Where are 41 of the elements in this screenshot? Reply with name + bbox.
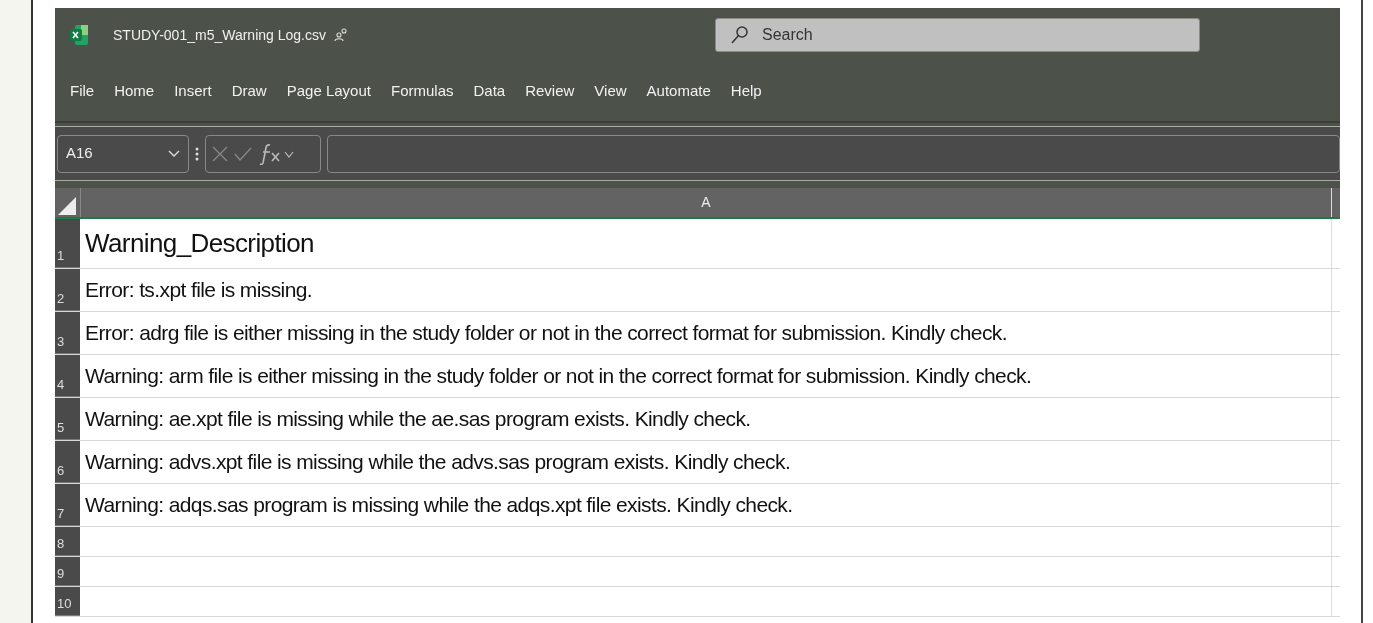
select-all-icon[interactable] — [58, 197, 76, 215]
row-number[interactable]: 9 — [55, 557, 80, 586]
menu-tab[interactable]: Data — [464, 80, 515, 103]
row-number[interactable]: 6 — [55, 441, 80, 483]
cancel-icon[interactable] — [212, 145, 228, 162]
menu-tab[interactable]: View — [585, 80, 636, 103]
formula-input[interactable] — [327, 134, 1340, 173]
chevron-down-icon — [168, 149, 180, 158]
row-number[interactable]: 8 — [55, 527, 80, 556]
menu-tab[interactable]: Automate — [637, 80, 720, 103]
cell-text: Warning_Description — [85, 227, 314, 260]
menu-tab[interactable]: Home — [105, 80, 164, 103]
search-icon — [731, 25, 749, 45]
search-field[interactable]: Search — [715, 18, 1200, 52]
menu-tab[interactable]: Insert — [165, 80, 221, 103]
cell-text: Error: adrg file is either missing in the study folder or not in the correct format for submission. Kindly check. — [85, 320, 1007, 347]
menu-tab[interactable]: Help — [721, 80, 771, 103]
people-icon — [333, 28, 348, 42]
row-number[interactable]: 5 — [55, 398, 80, 440]
cell-text: Warning: ae.xpt file is missing while the ae.sas program exists. Kindly check. — [85, 406, 751, 433]
menu-tab[interactable]: Review — [516, 80, 584, 103]
menu-tab[interactable]: File — [61, 80, 104, 103]
function-icon[interactable] — [258, 142, 294, 165]
row-number[interactable]: 1 — [55, 219, 80, 268]
row-number[interactable]: 10 — [55, 587, 80, 616]
row-number[interactable]: 2 — [55, 269, 80, 311]
cell-text: Warning: advs.xpt file is missing while the advs.sas program exists. Kindly check. — [85, 449, 791, 476]
cell-text: Warning: adqs.sas program is missing while the adqs.xpt file exists. Kindly check. — [85, 492, 793, 519]
menu-tab[interactable]: Draw — [222, 80, 276, 103]
name-box[interactable]: A16 — [57, 134, 189, 173]
check-icon[interactable] — [234, 146, 252, 161]
menu-tab[interactable]: Formulas — [381, 80, 463, 103]
excel-icon — [69, 24, 89, 46]
cell-text: Warning: arm file is either missing in the study folder or not in the correct format for submission. Kindly check. — [85, 363, 1032, 390]
more-options-icon[interactable] — [195, 145, 199, 162]
row-number[interactable]: 4 — [55, 355, 80, 397]
window-title: STUDY-001_m5_Warning Log.csv — [113, 25, 326, 45]
cell-text: Error: ts.xpt file is missing. — [85, 277, 313, 304]
row-number[interactable]: 3 — [55, 312, 80, 354]
row-number[interactable]: 7 — [55, 484, 80, 526]
menu-tab[interactable]: Page Layout — [277, 80, 380, 103]
